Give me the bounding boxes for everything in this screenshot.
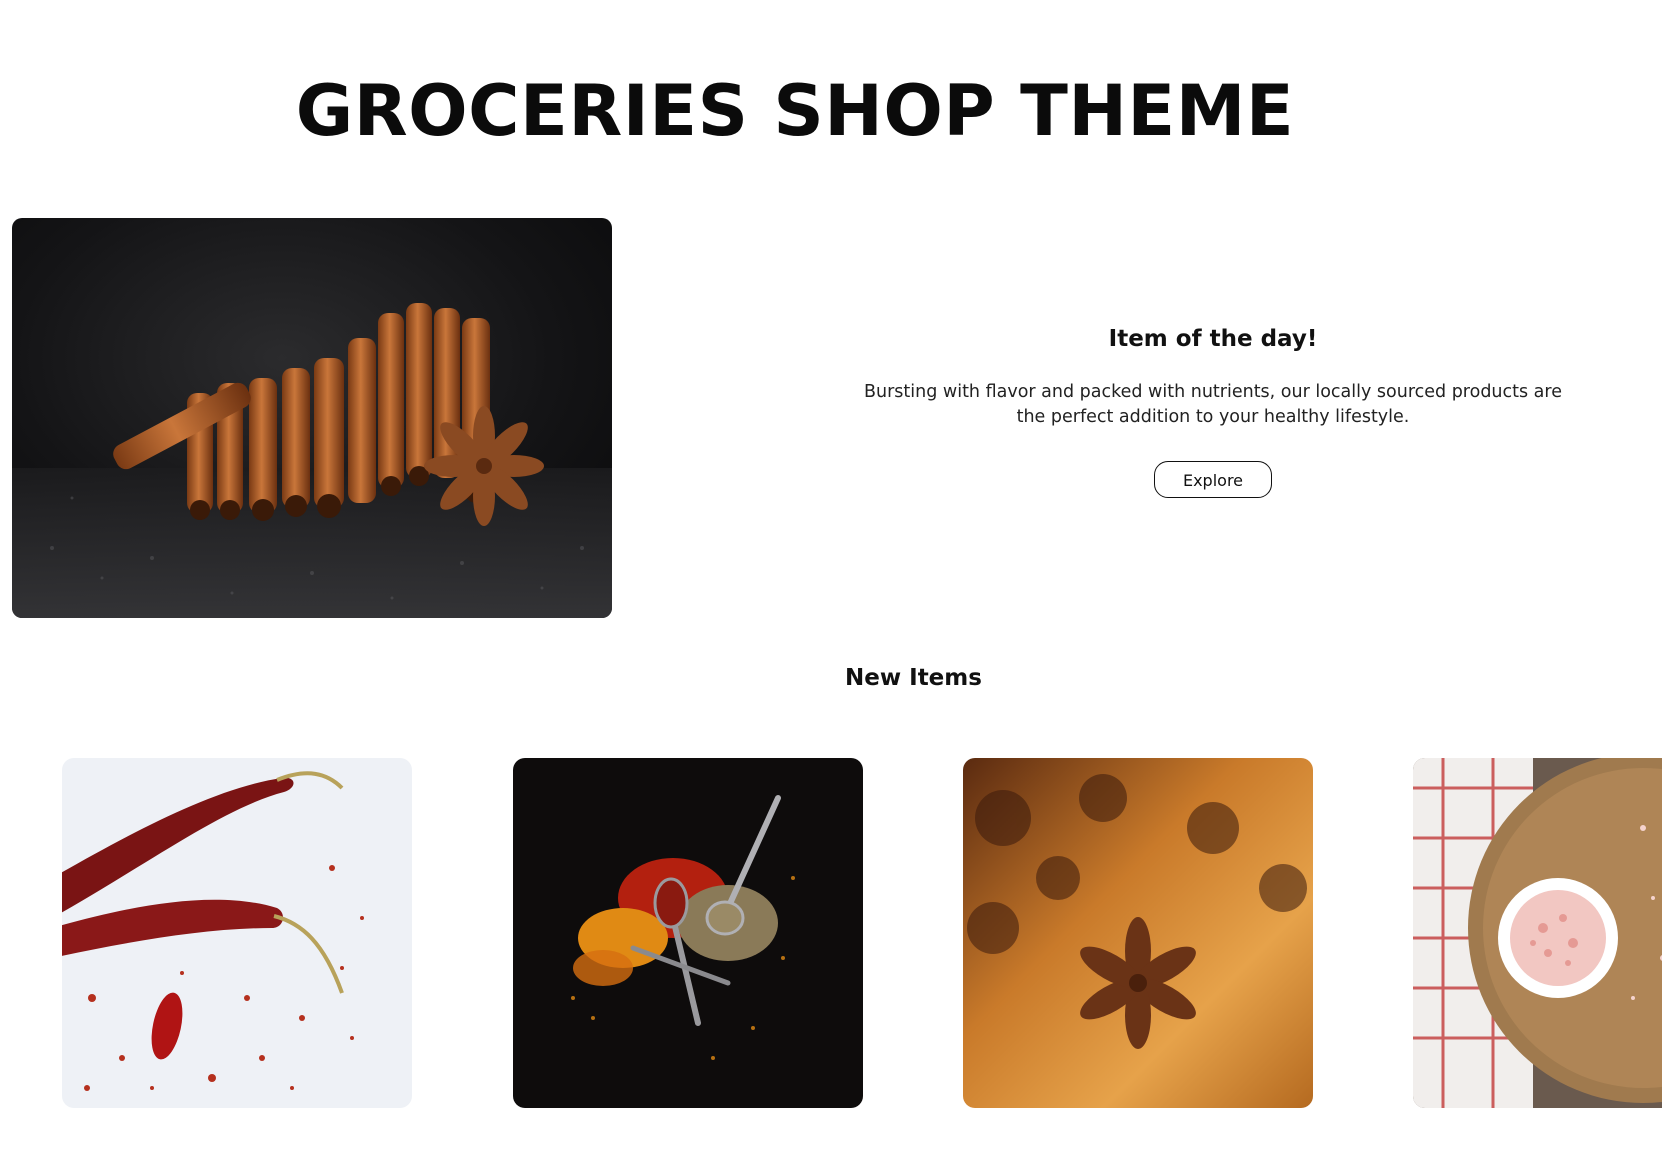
chili-photo [62, 758, 412, 1108]
item-of-the-day-description: Bursting with flavor and packed with nut… [864, 382, 1562, 427]
pink-salt-photo [1413, 758, 1662, 1108]
star-anise-photo [963, 758, 1313, 1108]
item-of-the-day-heading: Item of the day! [1108, 326, 1318, 352]
hero-image [12, 218, 612, 618]
page-title: GROCERIES SHOP THEME [295, 70, 1295, 152]
new-items-heading: New Items [845, 665, 982, 691]
page: GROCERIES SHOP THEME Item of the day! Bu… [0, 0, 1662, 1158]
new-item-card-star-anise[interactable] [963, 758, 1313, 1108]
cinnamon-photo [12, 218, 612, 618]
spice-powder-photo [513, 758, 863, 1108]
item-of-the-day-panel: Item of the day! Bursting with flavor an… [848, 326, 1578, 498]
new-item-card-chili[interactable] [62, 758, 412, 1108]
new-item-card-pink-salt[interactable] [1413, 758, 1662, 1108]
new-item-card-spice-powders[interactable] [513, 758, 863, 1108]
explore-button[interactable]: Explore [1154, 461, 1272, 498]
